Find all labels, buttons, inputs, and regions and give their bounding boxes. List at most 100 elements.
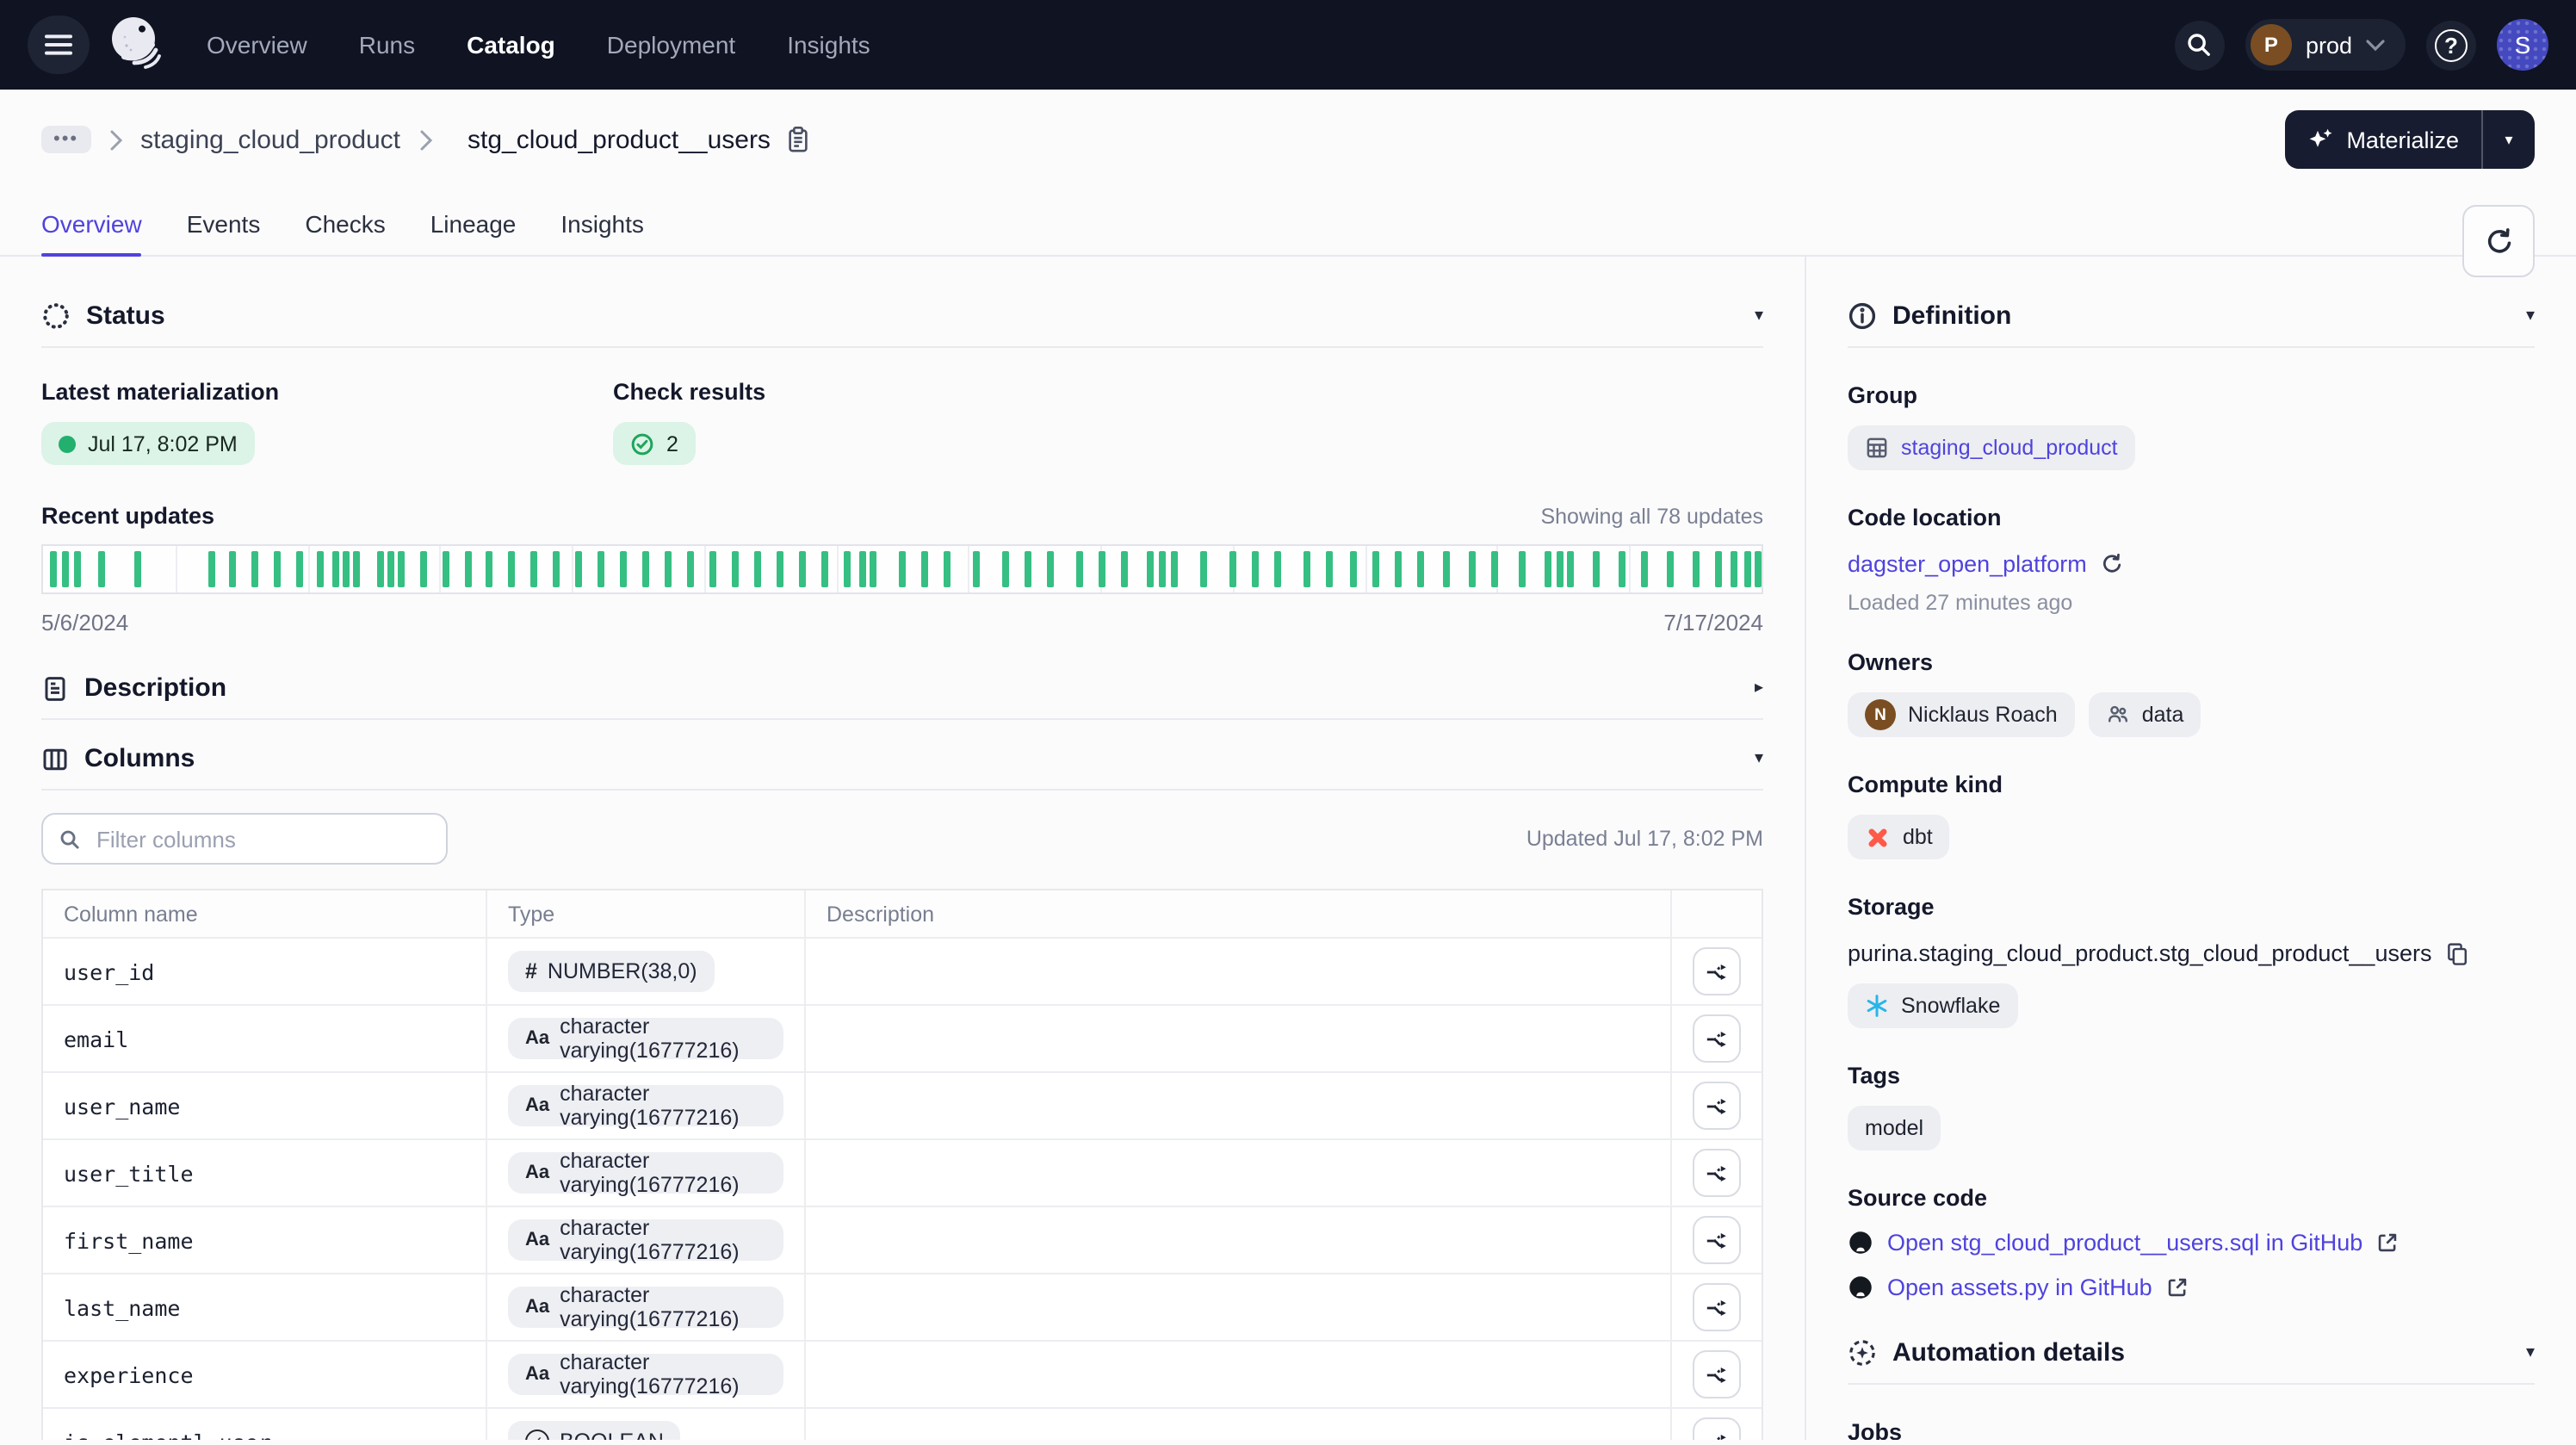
update-bar[interactable] <box>1170 551 1177 587</box>
latest-materialization-badge[interactable]: Jul 17, 8:02 PM <box>41 422 255 465</box>
storage-engine-tag[interactable]: Snowflake <box>1848 983 2017 1028</box>
update-bar[interactable] <box>1146 551 1153 587</box>
update-bar[interactable] <box>777 551 783 587</box>
update-bar[interactable] <box>229 551 236 587</box>
update-bar[interactable] <box>208 551 215 587</box>
update-bar[interactable] <box>1199 551 1206 587</box>
update-bar[interactable] <box>509 551 516 587</box>
update-bar[interactable] <box>1744 551 1751 587</box>
update-bar[interactable] <box>1229 551 1235 587</box>
update-bar[interactable] <box>50 551 57 587</box>
update-bar[interactable] <box>376 551 383 587</box>
update-bar[interactable] <box>621 551 628 587</box>
update-bar[interactable] <box>442 551 449 587</box>
refresh-button[interactable] <box>2462 205 2535 277</box>
group-tag[interactable]: staging_cloud_product <box>1848 425 2135 470</box>
update-bar[interactable] <box>576 551 583 587</box>
definition-collapse-icon[interactable]: ▾ <box>2526 307 2535 326</box>
column-lineage-button[interactable] <box>1693 1216 1741 1264</box>
updates-strip[interactable] <box>41 544 1763 594</box>
update-bar[interactable] <box>1047 551 1054 587</box>
update-bar[interactable] <box>799 551 806 587</box>
copy-icon[interactable] <box>2445 941 2469 965</box>
update-bar[interactable] <box>944 551 951 587</box>
update-bar[interactable] <box>1273 551 1280 587</box>
update-bar[interactable] <box>1520 551 1526 587</box>
owner-tag-user[interactable]: N Nicklaus Roach <box>1848 692 2075 737</box>
nav-item-insights[interactable]: Insights <box>787 31 870 59</box>
update-bar[interactable] <box>464 551 471 587</box>
column-lineage-button[interactable] <box>1693 1350 1741 1398</box>
update-bar[interactable] <box>1120 551 1127 587</box>
update-bar[interactable] <box>1373 551 1380 587</box>
update-bar[interactable] <box>1158 551 1165 587</box>
update-bar[interactable] <box>899 551 906 587</box>
update-bar[interactable] <box>134 551 141 587</box>
copy-asset-name-icon[interactable] <box>786 126 812 153</box>
update-bar[interactable] <box>98 551 105 587</box>
update-bar[interactable] <box>1444 551 1451 587</box>
update-bar[interactable] <box>531 551 538 587</box>
update-bar[interactable] <box>62 551 69 587</box>
update-bar[interactable] <box>821 551 828 587</box>
update-bar[interactable] <box>1099 551 1105 587</box>
tab-insights[interactable]: Insights <box>560 193 644 255</box>
owner-tag-team[interactable]: data <box>2089 692 2201 737</box>
update-bar[interactable] <box>251 551 258 587</box>
update-bar[interactable] <box>1076 551 1083 587</box>
materialize-options-button[interactable]: ▾ <box>2481 110 2535 169</box>
update-bar[interactable] <box>554 551 560 587</box>
update-bar[interactable] <box>666 551 672 587</box>
update-bar[interactable] <box>754 551 761 587</box>
column-lineage-button[interactable] <box>1693 947 1741 995</box>
nav-item-catalog[interactable]: Catalog <box>467 31 555 59</box>
update-bar[interactable] <box>419 551 426 587</box>
update-bar[interactable] <box>342 551 349 587</box>
status-collapse-icon[interactable]: ▾ <box>1755 307 1763 326</box>
update-bar[interactable] <box>1567 551 1574 587</box>
reload-code-location-icon[interactable] <box>2101 553 2123 575</box>
nav-item-overview[interactable]: Overview <box>207 31 307 59</box>
update-bar[interactable] <box>1545 551 1552 587</box>
update-bar[interactable] <box>1557 551 1564 587</box>
column-lineage-button[interactable] <box>1693 1082 1741 1130</box>
check-results-badge[interactable]: 2 <box>613 422 696 465</box>
update-bar[interactable] <box>1693 551 1700 587</box>
update-bar[interactable] <box>352 551 359 587</box>
column-lineage-button[interactable] <box>1693 1149 1741 1197</box>
source-link-assets[interactable]: Open assets.py in GitHub <box>1887 1274 2152 1300</box>
filter-columns-field[interactable] <box>41 813 448 865</box>
update-bar[interactable] <box>598 551 605 587</box>
update-bar[interactable] <box>1755 551 1762 587</box>
tab-events[interactable]: Events <box>187 193 261 255</box>
deployment-switcher[interactable]: P prod <box>2245 19 2406 71</box>
update-bar[interactable] <box>1470 551 1477 587</box>
help-icon[interactable]: ? <box>2426 20 2476 70</box>
update-bar[interactable] <box>1667 551 1674 587</box>
update-bar[interactable] <box>688 551 695 587</box>
update-bar[interactable] <box>859 551 866 587</box>
tab-checks[interactable]: Checks <box>305 193 385 255</box>
update-bar[interactable] <box>1325 551 1332 587</box>
dagster-logo-icon[interactable] <box>107 14 169 76</box>
menu-icon[interactable] <box>28 16 90 74</box>
materialize-button[interactable]: Materialize <box>2284 127 2481 152</box>
update-bar[interactable] <box>1351 551 1358 587</box>
update-bar[interactable] <box>732 551 739 587</box>
update-bar[interactable] <box>1396 551 1403 587</box>
tab-overview[interactable]: Overview <box>41 193 142 255</box>
nav-item-deployment[interactable]: Deployment <box>607 31 735 59</box>
code-location-link[interactable]: dagster_open_platform <box>1848 551 2087 577</box>
automation-collapse-icon[interactable]: ▾ <box>2526 1343 2535 1362</box>
update-bar[interactable] <box>316 551 323 587</box>
update-bar[interactable] <box>331 551 338 587</box>
column-lineage-button[interactable] <box>1693 1014 1741 1063</box>
user-avatar[interactable]: S <box>2497 19 2548 71</box>
update-bar[interactable] <box>273 551 280 587</box>
column-lineage-button[interactable] <box>1693 1417 1741 1440</box>
update-bar[interactable] <box>1303 551 1310 587</box>
update-bar[interactable] <box>973 551 980 587</box>
tag-model[interactable]: model <box>1848 1106 1941 1150</box>
description-expand-icon[interactable]: ▸ <box>1755 679 1763 698</box>
columns-collapse-icon[interactable]: ▾ <box>1755 749 1763 768</box>
